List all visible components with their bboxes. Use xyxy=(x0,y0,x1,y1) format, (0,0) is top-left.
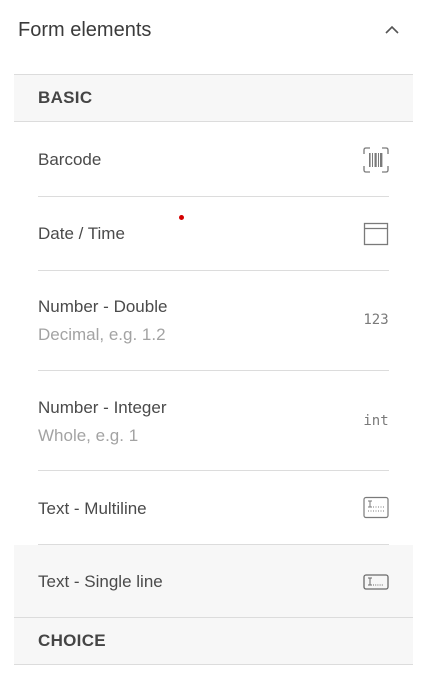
number-double-icon: 123 xyxy=(363,312,389,328)
item-title: Text - Single line xyxy=(38,572,163,591)
item-title: Text - Multiline xyxy=(38,499,147,518)
form-elements-header: Form elements xyxy=(0,0,424,64)
text-single-line-icon xyxy=(363,569,389,595)
item-title: Number - Integer xyxy=(38,398,167,417)
item-title: Date / Time xyxy=(38,224,125,243)
barcode-icon xyxy=(363,147,389,173)
section-label: BASIC xyxy=(38,88,93,107)
item-subtitle: Whole, e.g. 1 xyxy=(38,426,139,445)
panel-title: Form elements xyxy=(18,19,152,41)
form-element-number-integer[interactable]: Number - Integer Whole, e.g. 1 int xyxy=(14,371,413,471)
form-element-text-single-line[interactable]: Text - Single line xyxy=(14,545,413,618)
form-element-number-double[interactable]: Number - Double Decimal, e.g. 1.2 123 xyxy=(14,271,413,371)
section-choice: CHOICE xyxy=(14,617,413,665)
collapse-button[interactable] xyxy=(380,20,404,42)
item-subtitle: Decimal, e.g. 1.2 xyxy=(38,325,166,344)
chevron-up-icon xyxy=(384,22,400,40)
text-multiline-icon xyxy=(363,495,389,521)
section-basic: BASIC xyxy=(14,74,413,122)
form-element-text-multiline[interactable]: Text - Multiline xyxy=(14,471,413,545)
item-title: Barcode xyxy=(38,150,102,169)
calendar-icon xyxy=(363,221,389,247)
form-element-barcode[interactable]: Barcode xyxy=(14,123,413,197)
section-label: CHOICE xyxy=(38,631,106,650)
form-element-date-time[interactable]: Date / Time xyxy=(14,197,413,271)
item-title: Number - Double xyxy=(38,297,168,316)
marker-dot xyxy=(179,215,184,220)
number-integer-icon: int xyxy=(363,413,389,429)
